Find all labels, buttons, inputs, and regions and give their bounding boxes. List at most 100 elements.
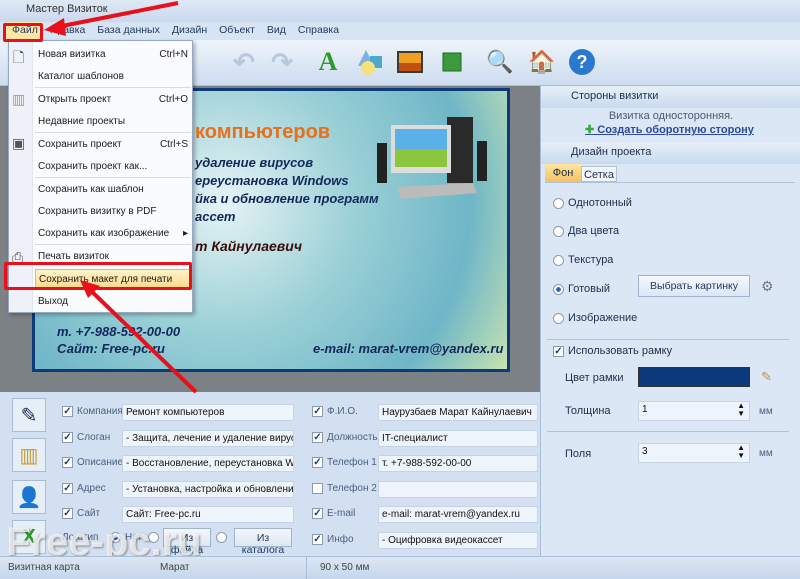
checkbox[interactable] <box>312 482 323 494</box>
menu-6[interactable]: Справка <box>292 22 345 40</box>
field-checkbox[interactable]: ✓ Слоган <box>62 431 110 443</box>
file-menu-item[interactable]: Открыть проект Ctrl+O <box>35 90 191 110</box>
radio[interactable] <box>553 254 564 266</box>
computer-image <box>377 113 489 216</box>
file-menu-item[interactable]: Недавние проекты <box>35 112 191 132</box>
file-menu-item[interactable]: Сохранить как шаблон <box>35 180 191 200</box>
checkbox[interactable]: ✓ <box>312 406 323 417</box>
menu-2[interactable]: База данных <box>91 22 166 40</box>
save-icon: ▣ <box>12 135 26 151</box>
checkbox[interactable]: ✓ <box>312 431 323 443</box>
background-option-radio[interactable]: Изображение <box>553 312 637 324</box>
checkbox[interactable]: ✓ <box>553 345 564 357</box>
field-input[interactable]: Наурузбаев Марат Кайнулаевич <box>378 404 538 421</box>
menu-item-label: Недавние проекты <box>38 116 126 127</box>
use-frame-label: Использовать рамку <box>568 345 673 357</box>
folder-icon[interactable]: ▥ <box>12 438 46 472</box>
help-icon[interactable]: ? <box>566 46 598 78</box>
home-icon[interactable]: 🏠 <box>526 46 558 78</box>
menu-3[interactable]: Дизайн <box>166 22 213 40</box>
field-checkbox[interactable]: ✓ Описание <box>62 457 123 468</box>
menu-5[interactable]: Вид <box>261 22 292 40</box>
sides-info: Визитка односторонняя. <box>608 110 734 122</box>
background-option-radio[interactable]: Текстура <box>553 254 613 266</box>
field-input[interactable]: - Установка, настройка и обновление прог… <box>122 480 294 498</box>
gear-icon[interactable]: ⚙ <box>761 278 774 295</box>
background-option-radio[interactable]: Готовый <box>553 283 610 295</box>
card-line: ассет <box>195 209 236 224</box>
user-search-icon[interactable]: 👤 <box>12 480 46 514</box>
field-input[interactable]: т. +7-988-592-00-00 <box>378 455 538 472</box>
field-checkbox[interactable]: ✓ E-mail <box>312 508 355 519</box>
radio[interactable] <box>553 225 564 237</box>
file-menu-item[interactable]: Сохранить проект как... <box>35 157 191 177</box>
menu-4[interactable]: Объект <box>213 22 261 40</box>
sides-section-header[interactable]: Стороны визитки <box>541 86 800 108</box>
radio[interactable] <box>553 283 564 295</box>
checkbox[interactable]: ✓ <box>62 482 73 494</box>
frame-color-label: Цвет рамки <box>565 372 624 384</box>
file-menu-item[interactable]: Новая визитка Ctrl+N <box>35 45 191 65</box>
create-back-side-link[interactable]: ✚ Создать оборотную сторону <box>585 123 754 136</box>
design-section-header[interactable]: Дизайн проекта <box>541 142 800 164</box>
field-input[interactable]: IT-специалист <box>378 429 538 447</box>
card-line: удаление вирусов <box>195 155 314 170</box>
field-checkbox[interactable]: ✓ Сайт <box>62 508 100 519</box>
file-menu-item[interactable]: Сохранить визитку в PDF <box>35 202 191 222</box>
field-input[interactable]: - Восстановление, переустановка Windows <box>122 455 294 472</box>
field-input[interactable]: Ремонт компьютеров <box>122 404 294 421</box>
checkbox[interactable]: ✓ <box>312 457 323 468</box>
margins-spinner[interactable]: 3 ▲ ▼ <box>638 443 750 463</box>
from-catalog-button[interactable]: Из каталога <box>234 528 292 556</box>
spin-arrows-icon[interactable]: ▲ ▼ <box>737 402 745 418</box>
field-input[interactable]: e-mail: marat-vrem@yandex.ru <box>378 506 538 523</box>
checkbox[interactable]: ✓ <box>62 457 73 468</box>
choose-picture-button[interactable]: Выбрать картинку <box>638 275 750 297</box>
field-checkbox[interactable]: ✓ Компания <box>62 406 123 417</box>
field-input[interactable]: - Защита, лечение и удаление вирусов <box>122 429 294 447</box>
undo-icon[interactable]: ↶ <box>228 46 260 78</box>
checkbox[interactable]: ✓ <box>312 533 323 545</box>
background-option-radio[interactable]: Однотонный <box>553 197 632 209</box>
field-checkbox[interactable]: ✓ Должность <box>312 431 378 443</box>
field-checkbox[interactable]: ✓ Телефон 1 <box>312 457 377 468</box>
checkbox[interactable]: ✓ <box>62 431 73 443</box>
redo-icon[interactable]: ↷ <box>266 46 298 78</box>
file-menu-item[interactable]: Сохранить как изображение ▸ <box>35 224 191 244</box>
field-checkbox[interactable]: Телефон 2 <box>312 482 377 494</box>
fit-icon[interactable] <box>436 46 468 78</box>
menu-separator <box>35 177 191 178</box>
card-phone: т. +7-988-592-00-00 <box>57 324 181 339</box>
checkbox[interactable]: ✓ <box>62 406 73 417</box>
field-checkbox[interactable]: ✓ Ф.И.О. <box>312 406 358 417</box>
zoom-icon[interactable]: 🔍 <box>484 46 516 78</box>
text-tool-icon[interactable]: A <box>312 46 344 78</box>
radio[interactable] <box>553 197 564 209</box>
divider <box>547 339 789 340</box>
thickness-spinner[interactable]: 1 ▲ ▼ <box>638 401 750 421</box>
new-file-icon: 🗋 <box>13 49 25 65</box>
edit-icon[interactable]: ✎ <box>12 398 46 432</box>
checkbox[interactable]: ✓ <box>62 508 73 519</box>
file-menu-item[interactable]: Каталог шаблонов <box>35 67 191 87</box>
field-checkbox[interactable]: ✓ Адрес <box>62 482 106 494</box>
field-input[interactable]: - Оцифровка видеокассет <box>378 531 538 549</box>
checkbox[interactable]: ✓ <box>312 508 323 519</box>
image-icon[interactable] <box>394 46 426 78</box>
radio[interactable] <box>553 312 564 324</box>
tab-background[interactable]: Фон <box>545 164 581 182</box>
field-label: Сайт <box>77 508 101 519</box>
file-menu-item[interactable]: Сохранить проект Ctrl+S <box>35 135 191 155</box>
shapes-icon[interactable] <box>354 46 386 78</box>
file-menu-item[interactable]: Выход <box>35 292 191 312</box>
background-option-radio[interactable]: Два цвета <box>553 225 619 237</box>
use-frame-checkbox[interactable]: ✓ Использовать рамку <box>553 345 672 357</box>
spin-arrows-icon[interactable]: ▲ ▼ <box>737 444 745 460</box>
field-checkbox[interactable]: ✓ Инфо <box>312 533 354 545</box>
menu-1[interactable]: Правка <box>44 22 91 40</box>
frame-color-swatch[interactable] <box>638 367 750 387</box>
logo-catalog-radio[interactable] <box>216 532 227 543</box>
tab-grid[interactable]: Сетка <box>581 166 617 182</box>
field-input[interactable] <box>378 480 538 498</box>
eyedropper-icon[interactable]: ✎ <box>761 369 772 385</box>
